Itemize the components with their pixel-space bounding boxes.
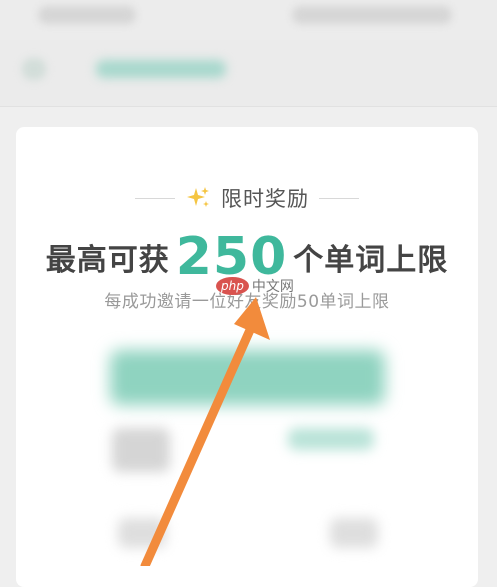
status-left-blur: [38, 6, 136, 24]
watermark-badge: php: [216, 277, 249, 295]
blurred-left-block: [112, 428, 170, 472]
headline-prefix: 最高可获: [45, 243, 170, 278]
status-bar: [0, 0, 497, 40]
site-watermark: php 中文网: [216, 276, 294, 296]
nav-bar: [0, 40, 497, 107]
limited-reward-tag: 限时奖励: [16, 183, 478, 213]
blurred-bottom-right: [330, 518, 378, 548]
blurred-bottom-left: [118, 518, 166, 548]
tag-label: 限时奖励: [221, 187, 309, 211]
blurred-logo: [110, 350, 385, 405]
sparkle-icon: [187, 187, 209, 207]
nav-title-blur: [96, 60, 226, 78]
divider-left: [135, 197, 175, 199]
watermark-text: 中文网: [251, 279, 294, 295]
back-icon[interactable]: [22, 58, 46, 80]
status-right-blur: [292, 6, 452, 24]
divider-right: [319, 197, 359, 199]
blurred-right-block: [288, 428, 374, 450]
headline-suffix: 个单词上限: [293, 243, 449, 278]
